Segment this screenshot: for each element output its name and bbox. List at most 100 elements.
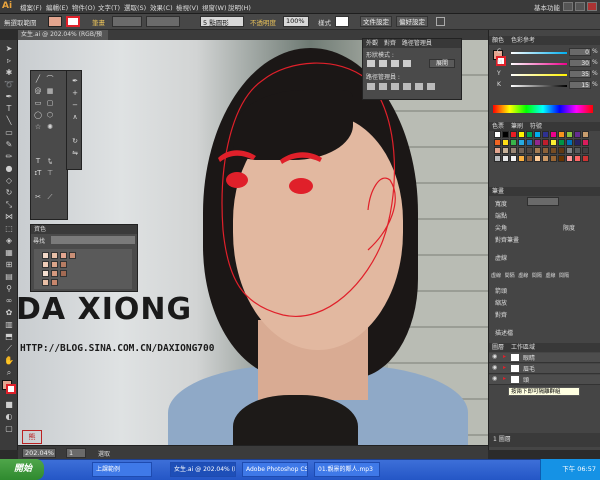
menu-select[interactable]: 選取(S) xyxy=(124,2,146,12)
swatch-color-chip[interactable] xyxy=(542,131,549,138)
swatch-color-chip[interactable] xyxy=(518,155,525,162)
eyedropper-tool-icon[interactable]: ⚲ xyxy=(3,284,15,294)
fill-swatch[interactable] xyxy=(48,16,62,27)
swatch-cell[interactable] xyxy=(42,261,49,268)
swatch-color-chip[interactable] xyxy=(566,139,573,146)
magic-wand-tool-icon[interactable]: ✱ xyxy=(3,68,15,78)
zoom-field[interactable]: 202.04% xyxy=(22,448,56,458)
swatch-color-chip[interactable] xyxy=(550,147,557,154)
workspace-switcher[interactable]: 基本功能 xyxy=(534,2,560,12)
grid-tool-icon[interactable]: ▦ xyxy=(45,87,55,96)
swatch-color-chip[interactable] xyxy=(502,155,509,162)
color-slider-c[interactable]: C 0 % xyxy=(497,48,600,58)
swatch-cell[interactable] xyxy=(60,270,67,277)
menu-file[interactable]: 檔案(F) xyxy=(20,2,42,12)
color-slider-k[interactable]: K 15 % xyxy=(497,81,600,91)
close-button[interactable] xyxy=(587,2,597,11)
menu-edit[interactable]: 編輯(E) xyxy=(46,2,68,12)
swatch-color-chip[interactable] xyxy=(534,139,541,146)
swatch-color-chip[interactable] xyxy=(582,131,589,138)
swatch-color-chip[interactable] xyxy=(534,147,541,154)
swatch-color-chip[interactable] xyxy=(566,147,573,154)
paintbrush-tool-icon[interactable]: ✎ xyxy=(3,140,15,150)
swatch-color-chip[interactable] xyxy=(582,139,589,146)
stroke-panel-title[interactable]: 筆畫 xyxy=(489,187,600,196)
tab-brushes[interactable]: 筆刷 xyxy=(511,123,523,130)
right-eye-path[interactable] xyxy=(289,178,313,194)
tab-align[interactable]: 對齊 xyxy=(384,40,396,47)
menu-effect[interactable]: 效果(C) xyxy=(150,2,173,12)
swatch-color-chip[interactable] xyxy=(502,131,509,138)
lasso-tool-icon[interactable]: ➰ xyxy=(3,80,15,90)
swatch-color-chip[interactable] xyxy=(502,147,509,154)
perspective-grid-tool-icon[interactable]: ▦ xyxy=(3,248,15,258)
channel-m-value[interactable]: 30 xyxy=(569,59,591,67)
color-slider-m[interactable]: M 30 % xyxy=(497,59,600,69)
mesh-tool-icon[interactable]: ⊞ xyxy=(3,260,15,270)
swatch-color-chip[interactable] xyxy=(534,155,541,162)
brush-definition[interactable]: 5 點圓形 xyxy=(200,16,244,27)
stroke-dashed-label[interactable]: 虛線 xyxy=(495,253,507,262)
rotate-tool-icon[interactable]: ↻ xyxy=(3,188,15,198)
tab-pathfinder[interactable]: 路徑管理員 xyxy=(402,40,432,47)
pencil-tool-icon[interactable]: ✏ xyxy=(3,152,15,162)
variable-width-profile[interactable] xyxy=(146,16,180,27)
swatch-color-chip[interactable] xyxy=(558,147,565,154)
channel-k-value[interactable]: 15 xyxy=(569,81,591,89)
stroke-weight-input[interactable] xyxy=(527,197,559,206)
swatch-color-chip[interactable] xyxy=(510,139,517,146)
swatch-color-chip[interactable] xyxy=(526,147,533,154)
swatch-color-chip[interactable] xyxy=(574,155,581,162)
minus-back-icon[interactable] xyxy=(427,83,435,90)
swatch-color-chip[interactable] xyxy=(550,131,557,138)
stroke-color-icon[interactable] xyxy=(6,384,16,394)
free-transform-tool-icon[interactable]: ⬚ xyxy=(3,224,15,234)
menu-help[interactable]: 說明(H) xyxy=(228,2,251,12)
swatch-cell[interactable] xyxy=(60,252,67,259)
arc-tool-icon[interactable]: ⌒ xyxy=(45,75,55,84)
taskbar-item[interactable]: 01.靚景的鄰人.mp3 xyxy=(314,462,380,477)
swatch-color-chip[interactable] xyxy=(494,139,501,146)
maximize-button[interactable] xyxy=(575,2,585,11)
menu-window[interactable]: 視窗(W) xyxy=(202,2,227,12)
taskbar-item[interactable]: Adobe Photoshop CS4 xyxy=(242,462,308,477)
swatch-color-chip[interactable] xyxy=(558,131,565,138)
selection-tool-icon[interactable]: ➤ xyxy=(3,44,15,54)
swatch-cell[interactable] xyxy=(51,279,58,286)
minimize-button[interactable] xyxy=(563,2,573,11)
swatch-color-chip[interactable] xyxy=(502,139,509,146)
swatch-color-chip[interactable] xyxy=(566,155,573,162)
path-type-tool-icon[interactable]: Ꮏ xyxy=(45,157,55,166)
swatch-color-chip[interactable] xyxy=(518,147,525,154)
pen-variant-icon[interactable]: ✒ xyxy=(70,77,80,86)
line-tool-icon[interactable]: ╲ xyxy=(3,116,15,126)
stroke-label[interactable]: 筆畫 xyxy=(92,17,105,27)
tab-swatches[interactable]: 色票 xyxy=(492,123,504,130)
swatch-panel-title[interactable]: 資色 xyxy=(31,225,137,234)
swatch-color-chip[interactable] xyxy=(574,131,581,138)
width-tool-icon[interactable]: ⋈ xyxy=(3,212,15,222)
swatch-color-chip[interactable] xyxy=(542,155,549,162)
eraser-tool-icon[interactable]: ◇ xyxy=(3,176,15,186)
layer-name[interactable]: 眉毛 xyxy=(523,364,535,373)
crop-icon[interactable] xyxy=(403,83,411,90)
gradient-tool-icon[interactable]: ▤ xyxy=(3,272,15,282)
rectangle-tool-icon[interactable]: ▭ xyxy=(3,128,15,138)
spiral-tool-icon[interactable]: @ xyxy=(33,87,43,96)
swatch-cell[interactable] xyxy=(42,279,49,286)
tab-appearance[interactable]: 外觀 xyxy=(366,40,378,47)
rect-tool-icon[interactable]: ▭ xyxy=(33,99,43,108)
menu-view[interactable]: 檢視(V) xyxy=(176,2,199,12)
left-eyebrow-path[interactable] xyxy=(218,150,256,162)
rounded-rect-tool-icon[interactable]: ▢ xyxy=(45,99,55,108)
document-setup-button[interactable]: 文件設定 xyxy=(360,16,392,27)
area-type-tool-icon[interactable]: T xyxy=(33,157,43,166)
tab-color[interactable]: 顏色 xyxy=(492,37,504,44)
preferences-button[interactable]: 偏好設定 xyxy=(396,16,428,27)
opacity-label[interactable]: 不透明度 xyxy=(250,17,276,27)
ear-path[interactable] xyxy=(367,177,396,251)
arrange-documents-icon[interactable] xyxy=(436,17,445,26)
ellipse-tool-icon[interactable]: ◯ xyxy=(33,111,43,120)
swatch-color-chip[interactable] xyxy=(518,139,525,146)
swatch-color-chip[interactable] xyxy=(526,139,533,146)
